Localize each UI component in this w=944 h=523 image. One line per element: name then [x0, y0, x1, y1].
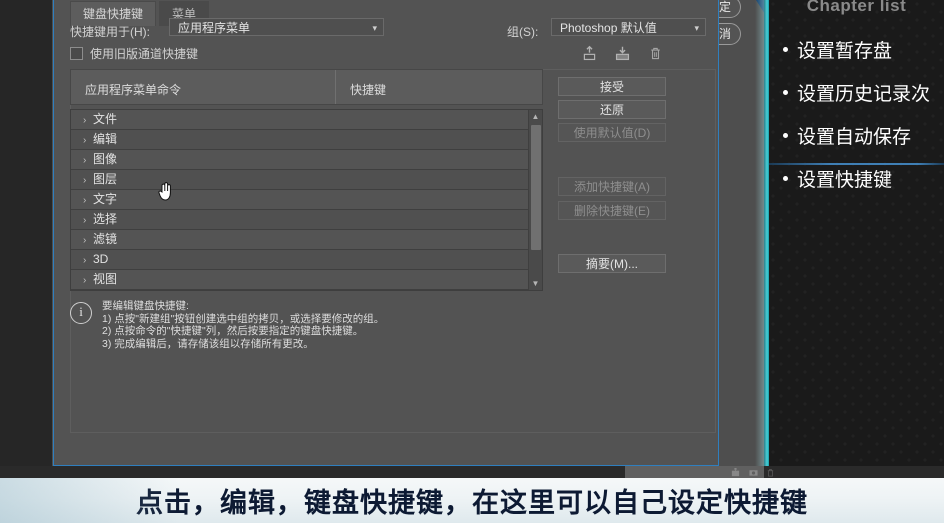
new-layer-icon[interactable]	[731, 468, 740, 477]
bullet-icon	[783, 47, 788, 52]
row-label: 滤镜	[93, 232, 118, 246]
summary-button[interactable]: 摘要(M)...	[558, 254, 666, 273]
save-set-icon[interactable]	[614, 45, 631, 62]
expander-icon[interactable]: ›	[83, 111, 93, 130]
command-tree[interactable]: ›文件 ›编辑 ›图像 ›图层 ›文字 ›选择 ›滤镜 ›3D ›视图 ›窗口 …	[70, 109, 543, 291]
info-line: 1) 点按"新建组"按钮创建选中组的拷贝，或选择要修改的组。	[102, 312, 385, 325]
row-label: 图像	[93, 152, 118, 166]
info-line: 3) 完成编辑后，请存储该组以存储所有更改。	[102, 337, 314, 350]
table-header: 应用程序菜单命令 快捷键	[70, 69, 543, 105]
table-row[interactable]: › 滤镜	[71, 230, 542, 250]
expander-icon[interactable]: ›	[83, 131, 93, 150]
list-item[interactable]: 设置暂存盘	[783, 36, 944, 63]
row-label: 3D	[93, 252, 109, 266]
use-default-button[interactable]: 使用默认值(D)	[558, 123, 666, 142]
group-select[interactable]: Photoshop 默认值 ▾	[551, 18, 706, 36]
row-label: 选择	[93, 212, 118, 226]
table-row[interactable]: › 图像	[71, 150, 542, 170]
expander-icon[interactable]: ›	[83, 191, 93, 210]
scrollbar-thumb[interactable]	[531, 125, 541, 250]
chapter-item-label: 设置快捷键	[797, 170, 893, 191]
table-row[interactable]: › 文件	[71, 110, 542, 130]
table-row[interactable]: › 文字	[71, 190, 542, 210]
info-line: 2) 点按命令的"快捷键"列，然后按要指定的键盘快捷键。	[102, 325, 364, 338]
list-item[interactable]: 设置自动保存	[783, 122, 944, 149]
camera-icon[interactable]	[749, 468, 758, 477]
group-label: 组(S):	[507, 25, 539, 39]
bullet-icon	[783, 176, 788, 181]
expander-icon[interactable]: ›	[83, 231, 93, 250]
expander-icon[interactable]: ›	[83, 151, 93, 170]
column-header-shortcut: 快捷键	[335, 70, 542, 104]
table-row[interactable]: › 选择	[71, 210, 542, 230]
left-toolbar-strip	[0, 0, 52, 466]
row-label: 图层	[93, 172, 118, 186]
info-line: 要编辑键盘快捷键:	[102, 300, 189, 312]
add-shortcut-button[interactable]: 添加快捷键(A)	[558, 177, 666, 196]
bullet-icon	[783, 133, 788, 138]
trash-icon[interactable]	[766, 468, 775, 477]
expander-icon[interactable]: ›	[83, 171, 93, 190]
row-label: 编辑	[93, 132, 118, 146]
table-row[interactable]: › 编辑	[71, 130, 542, 150]
list-item[interactable]: 设置快捷键	[783, 165, 944, 192]
list-item[interactable]: 设置历史记录次	[783, 79, 944, 106]
info-text: 要编辑键盘快捷键: 1) 点按"新建组"按钮创建选中组的拷贝，或选择要修改的组。…	[102, 300, 384, 350]
shortcuts-for-value: 应用程序菜单	[178, 21, 251, 35]
table-row[interactable]: › 3D	[71, 250, 542, 270]
taskbar	[0, 466, 944, 478]
screen-root: Chapter list 设置暂存盘 设置历史记录次 设置自动保存 设置快捷键 …	[0, 0, 944, 523]
row-label: 文字	[93, 192, 118, 206]
table-row[interactable]: › 视图	[71, 270, 542, 290]
shortcuts-for-label: 快捷键用于(H):	[70, 25, 150, 39]
legacy-shortcuts-label: 使用旧版通道快捷键	[90, 47, 199, 61]
chapter-list-title: Chapter list	[806, 0, 907, 15]
set-toolbar	[581, 45, 664, 62]
command-tree-scrollbar[interactable]: ▲ ▼	[528, 110, 542, 290]
accept-button[interactable]: 接受	[558, 77, 666, 96]
chapter-item-label: 设置暂存盘	[797, 41, 893, 62]
chapter-underline	[769, 163, 944, 165]
delete-shortcut-button[interactable]: 删除快捷键(E)	[558, 201, 666, 220]
group-value: Photoshop 默认值	[560, 21, 657, 35]
caption-text: 点击，编辑，键盘快捷键，在这里可以自己设定快捷键	[136, 488, 808, 519]
table-row[interactable]: ›窗口	[71, 290, 542, 291]
hand-cursor	[158, 182, 171, 201]
expander-icon[interactable]: ›	[83, 271, 93, 290]
delete-set-icon[interactable]	[647, 45, 664, 62]
undo-button[interactable]: 还原	[558, 100, 666, 119]
chapter-list-panel: Chapter list 设置暂存盘 设置历史记录次 设置自动保存 设置快捷键	[769, 0, 944, 478]
taskbar-panel	[625, 466, 764, 478]
caption-left-wash	[0, 478, 180, 523]
keyboard-shortcuts-dialog: 键盘快捷键 菜单 快捷键用于(H): 应用程序菜单 ▾ 组(S): Photos…	[53, 0, 719, 466]
table-row[interactable]: › 图层	[71, 170, 542, 190]
chevron-down-icon: ▾	[694, 23, 699, 33]
chapter-item-label: 设置历史记录次	[797, 84, 931, 105]
row-label: 文件	[93, 112, 118, 126]
info-panel: i 要编辑键盘快捷键: 1) 点按"新建组"按钮创建选中组的拷贝，或选择要修改的…	[70, 300, 384, 350]
chevron-down-icon: ▾	[372, 23, 377, 33]
info-icon: i	[70, 302, 92, 324]
legacy-shortcuts-checkbox[interactable]	[70, 47, 83, 60]
save-as-new-set-icon[interactable]	[581, 45, 598, 62]
row-label: 视图	[93, 272, 118, 286]
chapter-list: 设置暂存盘 设置历史记录次 设置自动保存 设置快捷键	[783, 36, 944, 208]
expander-icon[interactable]: ›	[83, 211, 93, 230]
chapter-item-label: 设置自动保存	[797, 127, 912, 148]
legacy-shortcuts-checkbox-row[interactable]: 使用旧版通道快捷键	[70, 45, 198, 62]
shortcuts-for-select[interactable]: 应用程序菜单 ▾	[169, 18, 384, 36]
scroll-up-icon[interactable]: ▲	[529, 110, 542, 123]
expander-icon[interactable]: ›	[83, 251, 93, 270]
column-header-command: 应用程序菜单命令	[85, 83, 182, 97]
bullet-icon	[783, 90, 788, 95]
scroll-down-icon[interactable]: ▼	[529, 277, 542, 290]
